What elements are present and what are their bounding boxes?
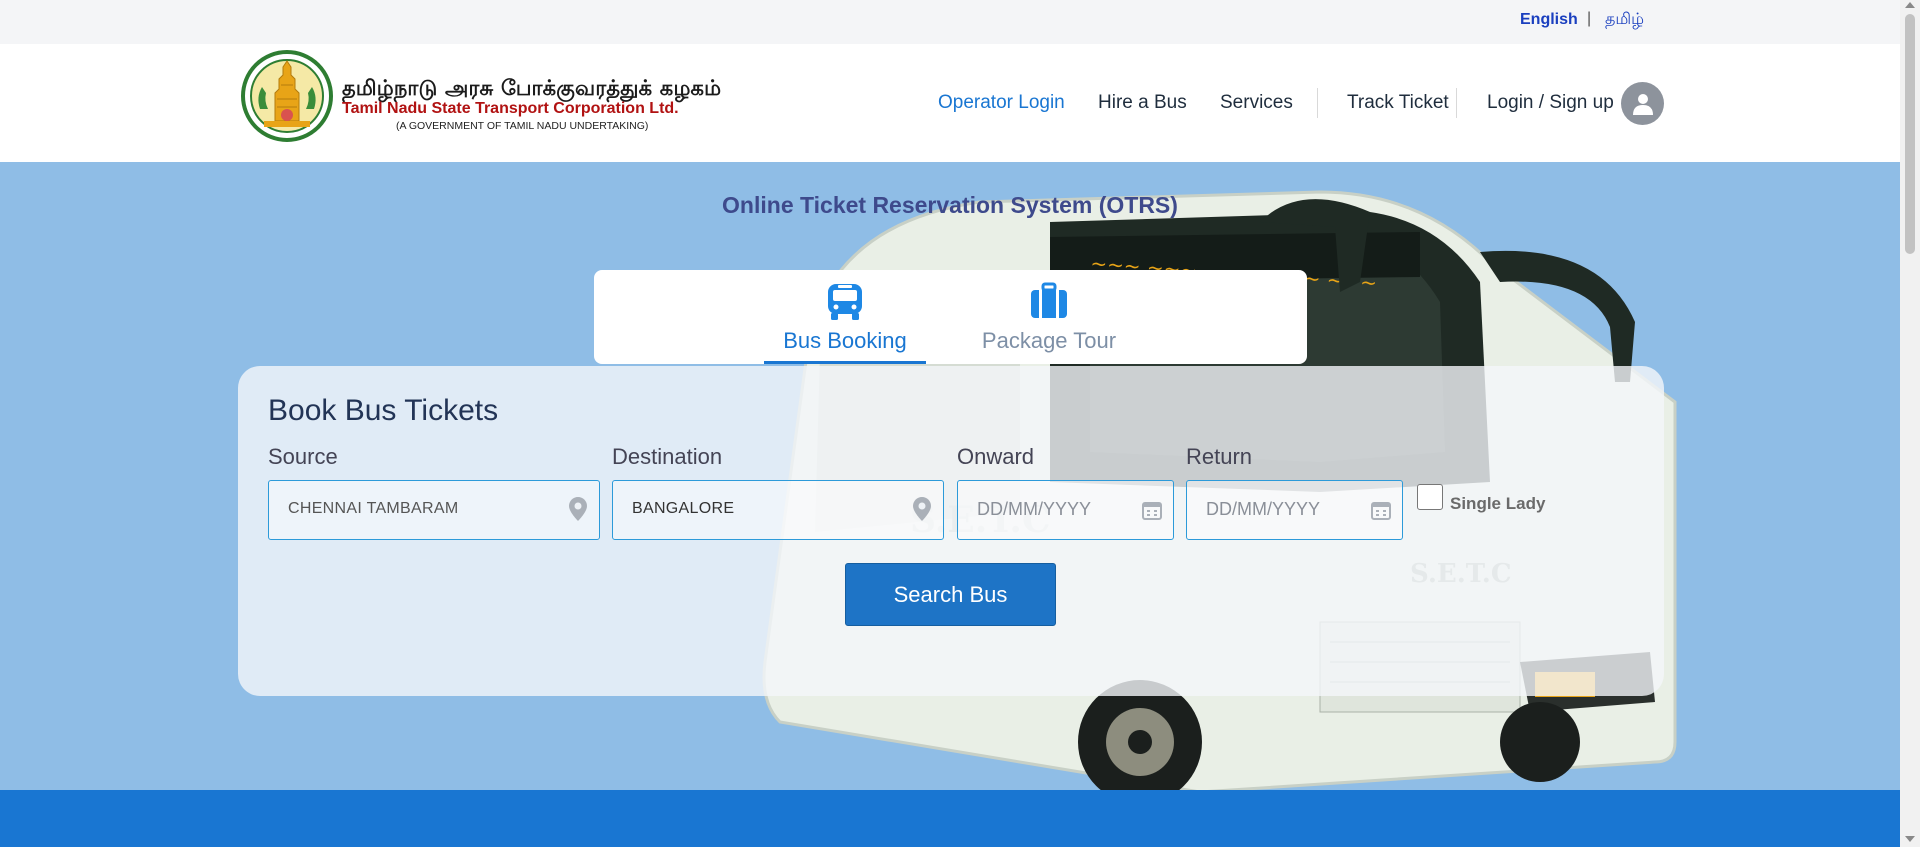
booking-form: Book Bus Tickets Source Destination Onwa… [238, 366, 1664, 696]
tn-emblem-logo[interactable] [240, 49, 334, 147]
nav-divider [1317, 88, 1318, 118]
nav-services[interactable]: Services [1220, 92, 1293, 114]
logo-tamil-name: தமிழ்நாடு அரசு போக்குவரத்துக் கழகம் [342, 76, 722, 100]
tab-package-tour[interactable]: Package Tour [959, 270, 1139, 364]
page-title: Online Ticket Reservation System (OTRS) [0, 192, 1900, 219]
language-english-link[interactable]: English [1520, 11, 1578, 29]
booking-title: Book Bus Tickets [268, 394, 499, 427]
language-separator: | [1587, 10, 1592, 27]
bus-icon [826, 282, 864, 327]
scroll-up-arrow-icon[interactable] [1905, 2, 1915, 8]
scroll-down-arrow-icon[interactable] [1905, 836, 1915, 842]
source-value: CHENNAI TAMBARAM [288, 500, 459, 517]
site-header: தமிழ்நாடு அரசு போக்குவரத்துக் கழகம் Tami… [0, 44, 1900, 162]
destination-value: BANGALORE [632, 500, 735, 517]
hero-section: ~~~ ~~~~~ ~~~~~ ~~~ S.E.T.C S.E.T.C Onli… [0, 162, 1900, 790]
tab-package-tour-label: Package Tour [981, 328, 1117, 353]
nav-login-signup[interactable]: Login / Sign up [1487, 92, 1614, 114]
nav-divider [1456, 88, 1457, 118]
return-date-input[interactable]: DD/MM/YYYY [1186, 480, 1403, 540]
tab-bus-booking[interactable]: Bus Booking [764, 270, 926, 364]
return-placeholder: DD/MM/YYYY [1206, 499, 1321, 519]
destination-label: Destination [612, 444, 723, 469]
suitcase-icon [1029, 282, 1069, 325]
nav-operator-login[interactable]: Operator Login [938, 92, 1065, 114]
user-avatar[interactable] [1621, 82, 1664, 125]
location-pin-icon [569, 497, 587, 526]
language-bar: English | தமிழ் [0, 0, 1900, 44]
return-label: Return [1186, 444, 1253, 469]
active-tab-indicator [764, 361, 926, 364]
scrollbar-thumb[interactable] [1905, 14, 1915, 254]
source-input[interactable]: CHENNAI TAMBARAM [268, 480, 600, 540]
tab-bus-booking-label: Bus Booking [783, 328, 907, 353]
calendar-icon [1142, 500, 1162, 525]
logo-english-name: Tamil Nadu State Transport Corporation L… [342, 100, 679, 117]
logo-subtitle: (A GOVERNMENT OF TAMIL NADU UNDERTAKING) [396, 120, 649, 132]
user-icon [1632, 93, 1653, 115]
onward-placeholder: DD/MM/YYYY [977, 499, 1092, 519]
nav-hire-a-bus[interactable]: Hire a Bus [1098, 92, 1187, 114]
onward-date-input[interactable]: DD/MM/YYYY [957, 480, 1174, 540]
language-tamil-link[interactable]: தமிழ் [1605, 10, 1644, 30]
footer-band [0, 790, 1900, 847]
source-label: Source [268, 444, 338, 469]
destination-input[interactable]: BANGALORE [612, 480, 944, 540]
page-scrollbar[interactable] [1900, 0, 1920, 847]
single-lady-checkbox[interactable] [1417, 484, 1443, 510]
location-pin-icon [913, 497, 931, 526]
page-title-text: Online Ticket Reservation System (OTRS) [722, 192, 1178, 218]
nav-track-ticket[interactable]: Track Ticket [1347, 92, 1449, 114]
search-bus-button[interactable]: Search Bus [845, 563, 1056, 626]
single-lady-label[interactable]: Single Lady [1450, 494, 1545, 514]
calendar-icon [1371, 500, 1391, 525]
onward-label: Onward [957, 444, 1035, 469]
booking-tabs: Bus Booking Package Tour [594, 270, 1307, 364]
